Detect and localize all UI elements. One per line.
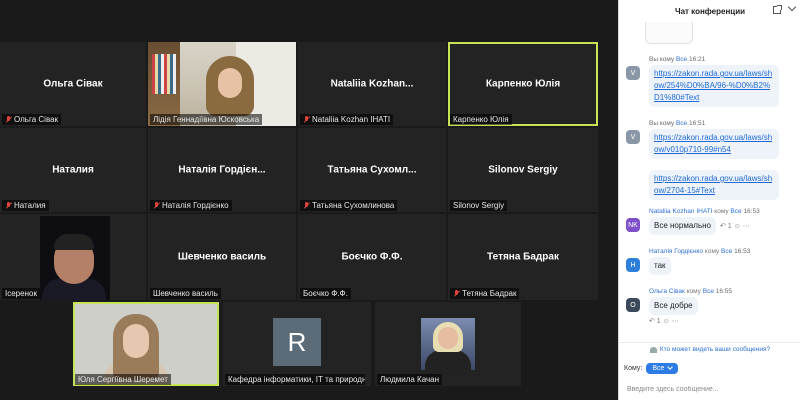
video-gallery: Ольга Сівак Ольга Сівак Лідія Геннадіївн… <box>0 0 618 400</box>
participant-label: Ольга Сівак <box>2 114 62 125</box>
popout-icon[interactable] <box>773 5 782 14</box>
participant-video <box>421 318 475 370</box>
mic-off-icon <box>153 201 160 210</box>
participant-name: Карпенко Юлія <box>485 78 561 90</box>
mic-off-icon <box>303 201 310 210</box>
participant-name: Тетяна Бадрак <box>487 251 559 263</box>
participant-label: Татьяна Сухомлинова <box>300 200 398 211</box>
participant-label: Nataliia Kozhan IHATI <box>300 114 394 125</box>
participant-video <box>75 304 217 384</box>
participant-label: Наталія Гордієнко <box>150 200 232 211</box>
mic-off-icon <box>5 115 12 124</box>
participant-tile[interactable]: Людмила Качан <box>375 302 521 386</box>
participant-tile[interactable]: R Кафедра інформатики, ІТ та природнич..… <box>223 302 371 386</box>
recipient-label: Кому: <box>624 364 643 372</box>
participant-label: Лідія Геннадіївна Юсковська <box>150 114 263 125</box>
participant-label: Кафедра інформатики, ІТ та природнич... <box>225 374 365 385</box>
participant-name: Боєчко Ф.Ф. <box>341 251 403 263</box>
participant-label: Тетяна Бадрак <box>450 288 520 299</box>
participant-label: Ісеренок <box>2 288 40 299</box>
recipient-select[interactable]: Все <box>646 362 679 374</box>
message-meta: Вы кому Все 16:51 <box>649 120 706 127</box>
message-link[interactable]: https://zakon.rada.gov.ua/laws/show/2704… <box>654 174 772 195</box>
message-meta: Наталія Гордієнко кому Все 16:53 <box>649 248 751 255</box>
participant-tile[interactable]: Тетяна Бадрак Тетяна Бадрак <box>448 214 598 300</box>
message-bubble: https://zakon.rada.gov.ua/laws/show/v010… <box>649 129 779 159</box>
participant-label: Silonov Sergiy <box>450 200 508 211</box>
message-meta: Nataliia Kozhan IHATI кому Все 16:53 <box>649 208 760 215</box>
participant-name: Silonov Sergiy <box>488 164 558 176</box>
participant-name: Шевченко василь <box>177 251 267 263</box>
participant-tile[interactable]: Шевченко василь Шевченко василь <box>148 214 296 300</box>
chat-message: Nataliia Kozhan IHATI кому Все 16:53 NK … <box>623 208 799 235</box>
mic-off-icon <box>303 115 310 124</box>
message-bubble: так <box>649 257 671 275</box>
participant-tile[interactable]: Наталія Гордієн... Наталія Гордієнко <box>148 128 296 212</box>
participant-tile[interactable]: Nataliia Kozhan... Nataliia Kozhan IHATI <box>298 42 446 126</box>
sender-avatar: V <box>626 130 640 144</box>
chat-header: Чат конференции <box>619 0 800 22</box>
reaction-icons[interactable]: ↶ 1 ☺ ⋯ <box>720 223 750 230</box>
participant-tile[interactable]: Ісеренок <box>0 214 146 300</box>
message-bubble: Все добре <box>649 297 698 315</box>
participant-name: Наталія Гордієн... <box>178 164 266 176</box>
sender-avatar: O <box>626 298 640 312</box>
participant-tile-active-speaker[interactable]: Карпенко Юлія Карпенко Юлія <box>448 42 598 126</box>
message-bubble: https://zakon.rada.gov.ua/laws/show/2704… <box>649 170 779 200</box>
chat-messages[interactable]: Вы кому Все 16:21 V https://zakon.rada.g… <box>619 22 800 340</box>
chat-message: Вы кому Все 16:21 V https://zakon.rada.g… <box>623 56 799 107</box>
participant-tile[interactable]: Silonov Sergiy Silonov Sergiy <box>448 128 598 212</box>
chat-message: Вы кому Все 16:51 V https://zakon.rada.g… <box>623 120 799 159</box>
sender-avatar: H <box>626 258 640 272</box>
participant-name: Наталия <box>52 164 94 176</box>
participant-label: Юля Сергіївна Шеремет <box>75 374 171 385</box>
chat-message: https://zakon.rada.gov.ua/laws/show/2704… <box>623 168 799 200</box>
participant-label: Боєчко Ф.Ф. <box>300 288 351 299</box>
chat-title: Чат конференции <box>674 6 746 16</box>
participant-name: Ольга Сівак <box>43 78 103 90</box>
chat-message: Ольга Сівак кому Все 16:55 O Все добре ↶… <box>623 288 799 325</box>
sender-avatar: V <box>626 66 640 80</box>
participant-tile[interactable]: Наталия Наталия <box>0 128 146 212</box>
message-meta: Ольга Сівак кому Все 16:55 <box>649 288 733 295</box>
participant-tile[interactable]: Ольга Сівак Ольга Сівак <box>0 42 146 126</box>
message-meta: Вы кому Все 16:21 <box>649 56 706 63</box>
message-input[interactable] <box>619 380 800 398</box>
participant-tile[interactable]: Лідія Геннадіївна Юсковська <box>148 42 296 126</box>
participant-label: Наталия <box>2 200 49 211</box>
message-link[interactable]: https://zakon.rada.gov.ua/laws/show/254%… <box>654 69 772 102</box>
participant-video <box>40 216 110 300</box>
sender-avatar: NK <box>626 218 640 232</box>
visibility-note[interactable]: Кто может видеть ваши сообщения? <box>619 342 800 356</box>
chevron-down-icon[interactable] <box>787 2 797 12</box>
chat-message: Наталія Гордієнко кому Все 16:53 H так <box>623 248 799 275</box>
people-icon <box>649 346 657 353</box>
recipient-row: Кому: Все <box>619 360 800 376</box>
participant-name: Nataliia Kozhan... <box>330 78 414 90</box>
participant-tile-active-speaker[interactable]: Юля Сергіївна Шеремет <box>73 302 219 386</box>
participant-tile[interactable]: Боєчко Ф.Ф. Боєчко Ф.Ф. <box>298 214 446 300</box>
chevron-down-icon <box>667 364 674 370</box>
previous-message-bubble <box>645 22 693 44</box>
participant-label: Людмила Качан <box>377 374 443 385</box>
message-link[interactable]: https://zakon.rada.gov.ua/laws/show/v010… <box>654 133 772 154</box>
participant-avatar: R <box>273 318 321 366</box>
participant-name: Татьяна Сухомл... <box>327 164 417 176</box>
message-bubble: https://zakon.rada.gov.ua/laws/show/254%… <box>649 65 779 107</box>
reaction-icons[interactable]: ↶ 1 ☺ ⋯ <box>649 317 799 325</box>
participant-label: Шевченко василь <box>150 288 221 299</box>
chat-panel: Чат конференции Вы кому Все 16:21 V http… <box>618 0 800 400</box>
mic-off-icon <box>453 289 460 298</box>
participant-tile[interactable]: Татьяна Сухомл... Татьяна Сухомлинова <box>298 128 446 212</box>
message-bubble: Все нормально <box>649 217 716 235</box>
participant-label: Карпенко Юлія <box>450 114 512 125</box>
mic-off-icon <box>5 201 12 210</box>
